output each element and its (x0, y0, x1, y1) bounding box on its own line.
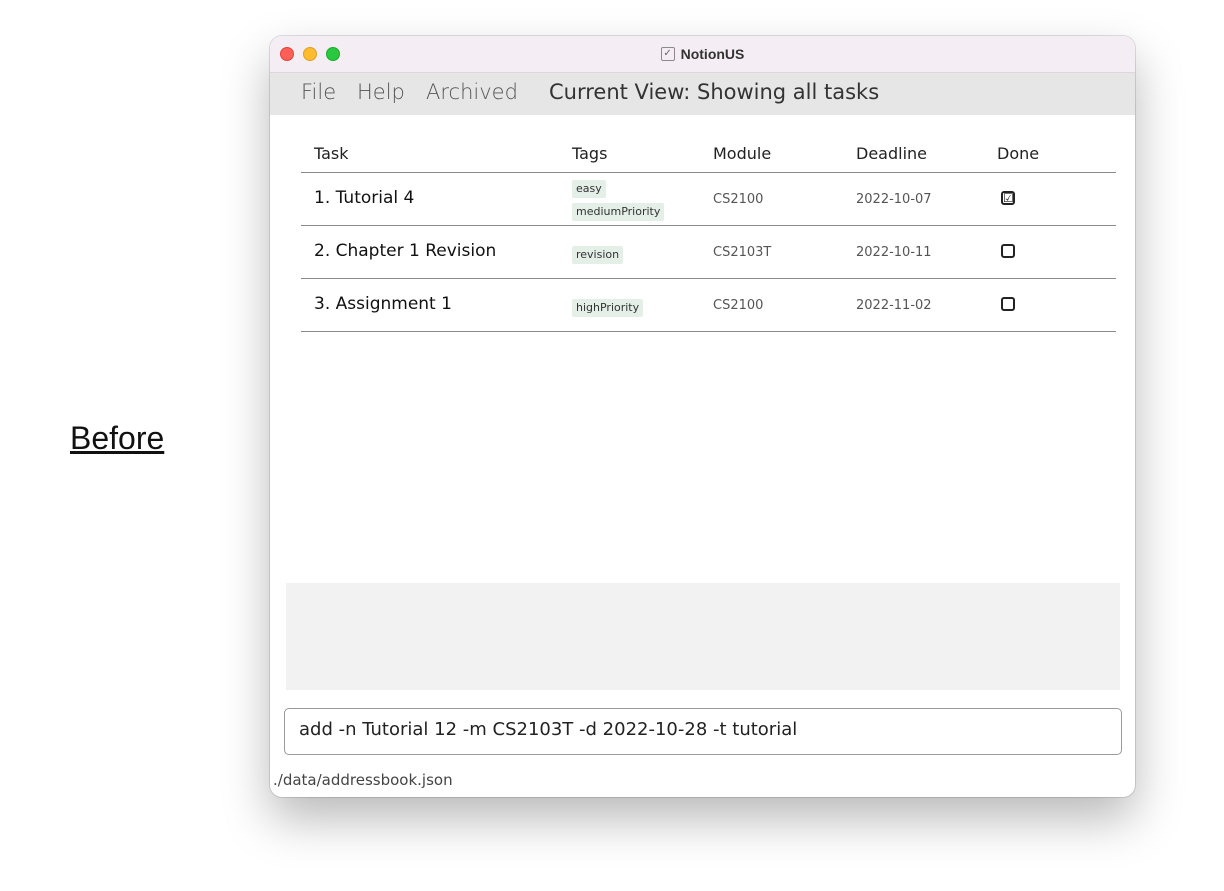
task-deadline: 2022-10-11 (856, 245, 932, 260)
menu-file[interactable]: File (301, 80, 336, 104)
window-title-text: NotionUS (680, 46, 745, 62)
menu-archived[interactable]: Archived (426, 80, 518, 104)
task-deadline: 2022-11-02 (856, 298, 932, 313)
header-task: Task (314, 144, 349, 163)
app-window: ✓ NotionUS File Help Archived Current Vi… (270, 36, 1135, 797)
tag: highPriority (572, 299, 644, 317)
task-deadline: 2022-10-07 (856, 192, 932, 207)
done-checkbox[interactable] (1001, 244, 1015, 258)
tag-list: revision (572, 243, 624, 264)
window-title: ✓ NotionUS (270, 36, 1135, 72)
tag: easy (572, 180, 606, 198)
table-row[interactable]: 3. Assignment 1 highPriority CS2100 2022… (301, 279, 1116, 332)
task-name: 2. Chapter 1 Revision (314, 241, 497, 261)
title-bar: ✓ NotionUS (270, 36, 1135, 73)
command-input[interactable]: add -n Tutorial 12 -m CS2103T -d 2022-10… (284, 708, 1122, 755)
table-row[interactable]: 1. Tutorial 4 easy mediumPriority CS2100… (301, 173, 1116, 226)
task-module: CS2100 (713, 192, 764, 207)
tag-list: highPriority (572, 296, 644, 317)
task-name: 1. Tutorial 4 (314, 188, 415, 208)
current-view-label: Current View: Showing all tasks (549, 80, 880, 104)
before-label: Before (70, 420, 165, 456)
table-row[interactable]: 2. Chapter 1 Revision revision CS2103T 2… (301, 226, 1116, 279)
row-divider (301, 331, 1116, 332)
menu-bar: File Help Archived Current View: Showing… (270, 73, 1135, 115)
status-bar-path: ./data/addressbook.json (273, 771, 453, 789)
task-name: 3. Assignment 1 (314, 294, 452, 314)
header-module: Module (713, 144, 772, 163)
checkbox-icon: ✓ (660, 47, 675, 61)
done-checkbox[interactable] (1001, 297, 1015, 311)
header-deadline: Deadline (856, 144, 927, 163)
tag: mediumPriority (572, 203, 665, 221)
task-module: CS2100 (713, 298, 764, 313)
task-module: CS2103T (713, 245, 772, 260)
header-done: Done (997, 144, 1040, 163)
tag: revision (572, 246, 624, 264)
menu-help[interactable]: Help (357, 80, 405, 104)
result-display (286, 583, 1120, 690)
header-tags: Tags (572, 144, 608, 163)
tag-list: easy mediumPriority (572, 177, 665, 221)
done-checkbox[interactable]: ☑ (1001, 191, 1015, 205)
